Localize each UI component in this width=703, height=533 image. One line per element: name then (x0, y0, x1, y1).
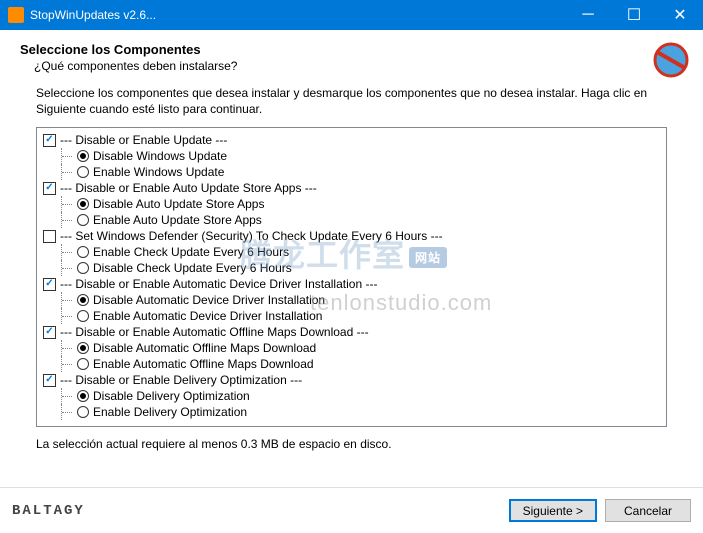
option-label: Disable Delivery Optimization (93, 388, 250, 404)
window-controls: ─ ☐ ✕ (565, 0, 703, 30)
checkbox-icon[interactable] (43, 374, 56, 387)
group-label: --- Disable or Enable Delivery Optimizat… (60, 372, 302, 388)
component-option[interactable]: Disable Automatic Device Driver Installa… (43, 292, 660, 308)
cancel-button[interactable]: Cancelar (605, 499, 691, 522)
group-label: --- Disable or Enable Update --- (60, 132, 227, 148)
component-option[interactable]: Enable Check Update Every 6 Hours (43, 244, 660, 260)
page-subtitle: ¿Qué componentes deben instalarse? (20, 57, 683, 73)
option-label: Enable Check Update Every 6 Hours (93, 244, 289, 260)
checkbox-icon[interactable] (43, 134, 56, 147)
component-option[interactable]: Enable Windows Update (43, 164, 660, 180)
option-label: Disable Windows Update (93, 148, 227, 164)
group-label: --- Disable or Enable Auto Update Store … (60, 180, 317, 196)
component-tree[interactable]: --- Disable or Enable Update ---Disable … (36, 127, 667, 427)
radio-icon[interactable] (77, 246, 89, 258)
checkbox-icon[interactable] (43, 278, 56, 291)
tree-connector-icon (61, 388, 77, 404)
component-group[interactable]: --- Disable or Enable Delivery Optimizat… (43, 372, 660, 388)
component-option[interactable]: Disable Auto Update Store Apps (43, 196, 660, 212)
tree-connector-icon (61, 164, 77, 180)
option-label: Disable Automatic Offline Maps Download (93, 340, 316, 356)
option-label: Enable Automatic Offline Maps Download (93, 356, 314, 372)
option-label: Disable Auto Update Store Apps (93, 196, 264, 212)
component-option[interactable]: Disable Delivery Optimization (43, 388, 660, 404)
tree-connector-icon (61, 308, 77, 324)
size-requirement: La selección actual requiere al menos 0.… (36, 437, 667, 451)
tree-connector-icon (61, 244, 77, 260)
checkbox-icon[interactable] (43, 182, 56, 195)
tree-connector-icon (61, 212, 77, 228)
radio-icon[interactable] (77, 342, 89, 354)
tree-connector-icon (61, 404, 77, 420)
component-group[interactable]: --- Set Windows Defender (Security) To C… (43, 228, 660, 244)
page-title: Seleccione los Componentes (20, 42, 683, 57)
radio-icon[interactable] (77, 166, 89, 178)
component-option[interactable]: Enable Automatic Offline Maps Download (43, 356, 660, 372)
tree-connector-icon (61, 356, 77, 372)
component-group[interactable]: --- Disable or Enable Automatic Offline … (43, 324, 660, 340)
component-option[interactable]: Enable Auto Update Store Apps (43, 212, 660, 228)
component-option[interactable]: Enable Automatic Device Driver Installat… (43, 308, 660, 324)
maximize-button[interactable]: ☐ (611, 0, 657, 30)
group-label: --- Set Windows Defender (Security) To C… (60, 228, 443, 244)
radio-icon[interactable] (77, 262, 89, 274)
radio-icon[interactable] (77, 198, 89, 210)
component-option[interactable]: Disable Automatic Offline Maps Download (43, 340, 660, 356)
component-option[interactable]: Enable Delivery Optimization (43, 404, 660, 420)
radio-icon[interactable] (77, 358, 89, 370)
footer: BALTAGY Siguiente > Cancelar (0, 487, 703, 533)
option-label: Enable Automatic Device Driver Installat… (93, 308, 322, 324)
option-label: Enable Windows Update (93, 164, 224, 180)
next-button[interactable]: Siguiente > (509, 499, 597, 522)
instruction-text: Seleccione los componentes que desea ins… (36, 85, 667, 117)
component-group[interactable]: --- Disable or Enable Auto Update Store … (43, 180, 660, 196)
group-label: --- Disable or Enable Automatic Device D… (60, 276, 377, 292)
brand-label: BALTAGY (12, 503, 501, 519)
component-group[interactable]: --- Disable or Enable Update --- (43, 132, 660, 148)
option-label: Enable Delivery Optimization (93, 404, 247, 420)
tree-connector-icon (61, 148, 77, 164)
option-label: Disable Automatic Device Driver Installa… (93, 292, 325, 308)
group-label: --- Disable or Enable Automatic Offline … (60, 324, 369, 340)
checkbox-icon[interactable] (43, 230, 56, 243)
titlebar: StopWinUpdates v2.6... ─ ☐ ✕ (0, 0, 703, 30)
tree-connector-icon (61, 196, 77, 212)
radio-icon[interactable] (77, 406, 89, 418)
header-icon (653, 42, 689, 78)
component-option[interactable]: Disable Check Update Every 6 Hours (43, 260, 660, 276)
minimize-button[interactable]: ─ (565, 0, 611, 30)
radio-icon[interactable] (77, 150, 89, 162)
checkbox-icon[interactable] (43, 326, 56, 339)
tree-connector-icon (61, 292, 77, 308)
radio-icon[interactable] (77, 214, 89, 226)
tree-connector-icon (61, 340, 77, 356)
option-label: Enable Auto Update Store Apps (93, 212, 262, 228)
component-group[interactable]: --- Disable or Enable Automatic Device D… (43, 276, 660, 292)
tree-connector-icon (61, 260, 77, 276)
app-icon (8, 7, 24, 23)
radio-icon[interactable] (77, 310, 89, 322)
page-header: Seleccione los Componentes ¿Qué componen… (0, 30, 703, 81)
radio-icon[interactable] (77, 390, 89, 402)
content-area: Seleccione los componentes que desea ins… (0, 81, 703, 459)
component-option[interactable]: Disable Windows Update (43, 148, 660, 164)
window-title: StopWinUpdates v2.6... (30, 8, 565, 22)
option-label: Disable Check Update Every 6 Hours (93, 260, 292, 276)
radio-icon[interactable] (77, 294, 89, 306)
close-button[interactable]: ✕ (657, 0, 703, 30)
